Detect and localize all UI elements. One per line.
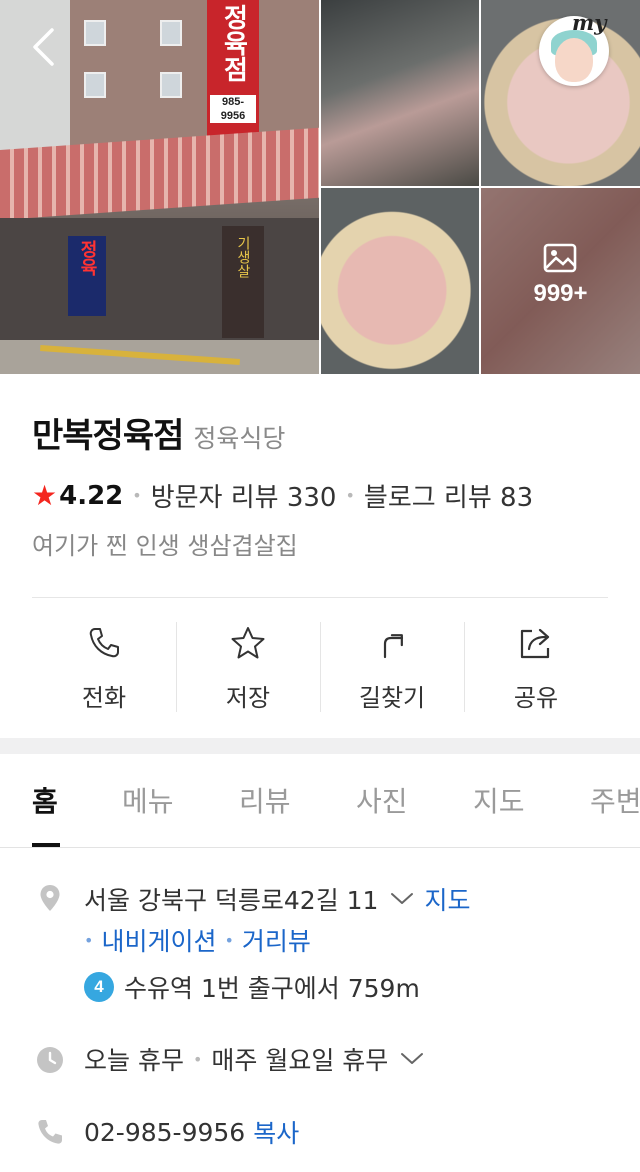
map-link[interactable]: 지도 (424, 881, 470, 917)
separator-dot: • (132, 486, 142, 505)
subway-row: 4 수유역 1번 출구에서 759m (84, 969, 420, 1005)
action-bar: 전화 저장 길찾기 공유 (32, 620, 608, 714)
directions-button[interactable]: 길찾기 (320, 620, 464, 714)
food-photo-1[interactable] (321, 0, 479, 186)
phone-row: 02-985-9956 복사 (84, 1114, 299, 1150)
image-icon (543, 243, 577, 273)
subway-line-badge: 4 (84, 972, 114, 1002)
save-button[interactable]: 저장 (176, 620, 320, 714)
star-outline-icon (231, 627, 265, 659)
separator-dot: • (192, 1049, 203, 1069)
address-sub-links: • 내비게이션 • 거리뷰 (84, 922, 311, 958)
rating-row: ★ 4.22 • 방문자 리뷰 330 • 블로그 리뷰 83 (32, 477, 533, 514)
rating-value: 4.22 (59, 480, 124, 511)
chevron-down-icon[interactable] (400, 1052, 424, 1066)
chevron-left-icon (33, 28, 54, 66)
phone-number[interactable]: 02-985-9956 (84, 1118, 245, 1147)
photo-count: 999+ (533, 280, 588, 307)
tab-map[interactable]: 지도 (473, 780, 525, 820)
location-pin-icon (40, 885, 60, 911)
navigation-link[interactable]: 내비게이션 (101, 922, 216, 958)
clock-icon (37, 1047, 63, 1073)
tab-reviews[interactable]: 리뷰 (239, 780, 291, 820)
avatar-face (555, 38, 593, 82)
divider (32, 597, 608, 598)
food-photo-3[interactable] (321, 188, 479, 374)
chevron-down-icon[interactable] (390, 892, 414, 906)
subway-distance: 수유역 1번 출구에서 759m (124, 974, 420, 1003)
hours-detail: 매주 월요일 휴무 (211, 1046, 389, 1075)
place-title-row: 만복정육점 정육식당 (32, 408, 285, 457)
directions-label: 길찾기 (358, 684, 426, 712)
photo-gallery[interactable]: 정육점 985-9956 정육 기생살 999+ my (0, 0, 640, 374)
directions-icon (383, 634, 404, 659)
tab-nearby[interactable]: 주변 (590, 780, 640, 820)
share-label: 공유 (513, 684, 559, 712)
hours-status: 오늘 휴무 (84, 1046, 184, 1075)
place-description: 여기가 찐 인생 생삼겹살집 (32, 532, 298, 560)
shop-sign-right: 기생살 (222, 226, 264, 338)
active-tab-indicator (32, 843, 60, 847)
visitor-reviews-link[interactable]: 방문자 리뷰 330 (151, 477, 337, 514)
hours-row[interactable]: 오늘 휴무 • 매주 월요일 휴무 (84, 1041, 434, 1077)
shopfront (0, 218, 319, 348)
address-row: 서울 강북구 덕릉로42길 11 지도 (84, 881, 470, 917)
call-button[interactable]: 전화 (32, 620, 176, 714)
blog-reviews-link[interactable]: 블로그 리뷰 83 (364, 477, 533, 514)
tab-home[interactable]: 홈 (32, 780, 58, 820)
sign-phone: 985-9956 (210, 95, 256, 123)
streetview-link[interactable]: 거리뷰 (242, 922, 311, 958)
separator-dot: • (345, 486, 355, 505)
phone-icon (89, 628, 119, 658)
tab-photos[interactable]: 사진 (356, 780, 408, 820)
sign-text: 정육점 (218, 4, 249, 82)
share-button[interactable]: 공유 (464, 620, 608, 714)
address-text: 서울 강북구 덕릉로42길 11 (84, 886, 379, 915)
vertical-sign: 정육점 985-9956 (207, 0, 259, 140)
place-name: 만복정육점 (32, 416, 184, 456)
back-button[interactable] (28, 26, 64, 74)
tab-bar: 홈 메뉴 리뷰 사진 지도 주변 (0, 754, 640, 848)
separator-dot: • (84, 930, 94, 950)
share-icon (520, 628, 550, 659)
section-divider (0, 738, 640, 754)
phone-icon (38, 1120, 62, 1144)
star-icon: ★ (32, 479, 58, 512)
separator-dot: • (224, 930, 234, 950)
my-badge[interactable]: my (572, 10, 606, 35)
more-photos-overlay[interactable]: 999+ (481, 188, 640, 374)
tab-menu[interactable]: 메뉴 (122, 780, 174, 820)
shop-sign-left: 정육 (68, 236, 106, 316)
call-label: 전화 (81, 684, 127, 712)
save-label: 저장 (225, 684, 271, 712)
place-category: 정육식당 (193, 424, 286, 453)
copy-phone-button[interactable]: 복사 (253, 1114, 299, 1150)
